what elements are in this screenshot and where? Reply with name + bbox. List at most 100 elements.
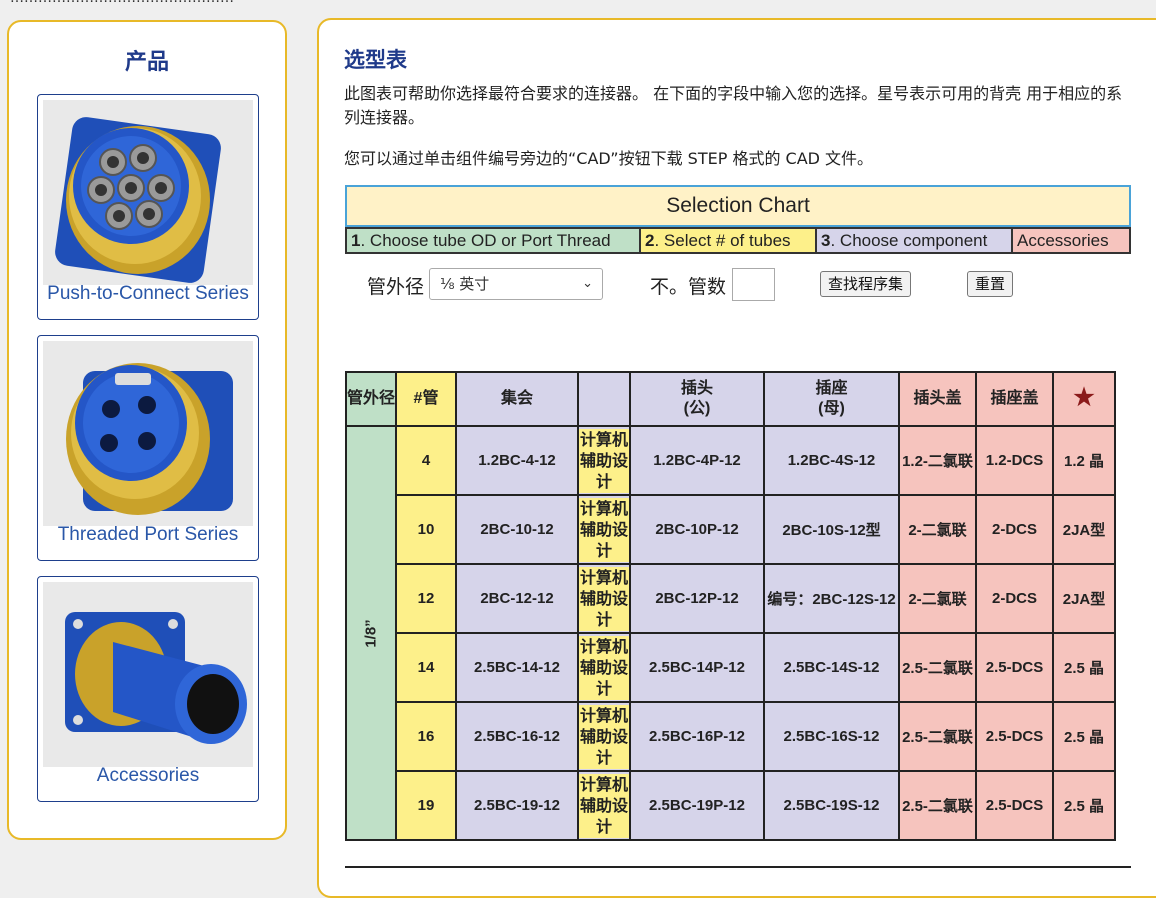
step-2-label: . Select # of tubes [654, 231, 791, 250]
cad-download-button[interactable]: 计算机辅助设计 [579, 566, 629, 631]
table-row: 1/8” 4 1.2BC-4-12 计算机辅助设计 1.2BC-4P-12 1.… [345, 425, 1116, 841]
receptacle-cap-cell[interactable]: 2.5-DCS [975, 770, 1054, 841]
product-sidebar: 产品 Push-to-Connect Series Threaded Port … [7, 20, 287, 840]
header-cad [577, 371, 631, 427]
backshell-cell[interactable]: 2JA型 [1052, 494, 1116, 565]
header-backshell-star: ★ [1052, 371, 1116, 427]
step-choose-component[interactable]: 3. Choose component [817, 227, 1013, 254]
assembly-cell[interactable]: 1.2BC-4-12 [455, 425, 579, 496]
receptacle-cell[interactable]: 2.5BC-14S-12 [763, 632, 900, 703]
plug-cap-cell[interactable]: 2.5-二氯联 [898, 770, 977, 841]
step-select-tube-count[interactable]: 2. Select # of tubes [641, 227, 817, 254]
accessories-photo [43, 582, 253, 767]
cad-download-button[interactable]: 计算机辅助设计 [579, 635, 629, 700]
cad-note-text: 您可以通过单击组件编号旁边的“CAD”按钮下载 STEP 格式的 CAD 文件。 [344, 149, 874, 168]
step-3-label: . Choose component [830, 231, 988, 250]
cad-cell: 计算机辅助设计 [577, 770, 631, 841]
header-receptacle-cap: 插座盖 [975, 371, 1054, 427]
assembly-cell[interactable]: 2.5BC-19-12 [455, 770, 579, 841]
receptacle-cell[interactable]: 1.2BC-4S-12 [763, 425, 900, 496]
cad-cell: 计算机辅助设计 [577, 701, 631, 772]
tube-count-label: 不。管数 [650, 276, 727, 298]
product-card-threaded-port[interactable]: Threaded Port Series [37, 335, 259, 561]
step-choose-tube-od[interactable]: 1. Choose tube OD or Port Thread [345, 227, 641, 254]
plug-cap-cell[interactable]: 2-二氯联 [898, 494, 977, 565]
plug-cap-cell[interactable]: 2.5-二氯联 [898, 632, 977, 703]
receptacle-cell[interactable]: 2.5BC-19S-12 [763, 770, 900, 841]
count-cell: 12 [395, 563, 457, 634]
receptacle-cap-cell[interactable]: 2-DCS [975, 494, 1054, 565]
table-row: 19 2.5BC-19-12 计算机辅助设计 2.5BC-19P-12 2.5B… [346, 770, 1116, 841]
threaded-port-caption[interactable]: Threaded Port Series [38, 524, 258, 546]
selection-chart: Selection Chart 1. Choose tube OD or Por… [345, 185, 1131, 255]
table-row: 12 2BC-12-12 计算机辅助设计 2BC-12P-12 编号：2BC-1… [346, 563, 1116, 634]
header-receptacle: 插座 (母) [763, 371, 900, 427]
backshell-cell[interactable]: 2JA型 [1052, 563, 1116, 634]
plug-cell[interactable]: 2.5BC-16P-12 [629, 701, 765, 772]
plug-cell[interactable]: 1.2BC-4P-12 [629, 425, 765, 496]
cad-cell: 计算机辅助设计 [577, 632, 631, 703]
plug-cell[interactable]: 2BC-12P-12 [629, 563, 765, 634]
reset-button[interactable]: 重置 [967, 271, 1014, 297]
accessories-caption[interactable]: Accessories [38, 765, 258, 787]
cad-download-button[interactable]: 计算机辅助设计 [579, 428, 629, 493]
intro-text: 此图表可帮助你选择最符合要求的连接器。 在下面的字段中输入您的选择。星号表示可用… [344, 84, 1123, 127]
assembly-cell[interactable]: 2.5BC-16-12 [455, 701, 579, 772]
plug-cell[interactable]: 2.5BC-14P-12 [629, 632, 765, 703]
step-1-label: . Choose tube OD or Port Thread [360, 231, 611, 250]
tube-od-select[interactable]: ⅛ 英寸 ⌄ [429, 268, 603, 300]
receptacle-cap-cell[interactable]: 2.5-DCS [975, 632, 1054, 703]
receptacle-cell[interactable]: 2BC-10S-12型 [763, 494, 900, 565]
count-cell: 10 [395, 494, 457, 565]
product-card-accessories[interactable]: Accessories [37, 576, 259, 802]
tube-od-label: 管外径 [367, 276, 425, 298]
selection-chart-title: Selection Chart [345, 185, 1131, 227]
receptacle-cell[interactable]: 编号：2BC-12S-12 [763, 563, 900, 634]
push-to-connect-caption[interactable]: Push-to-Connect Series [38, 283, 258, 305]
cad-download-button[interactable]: 计算机辅助设计 [579, 497, 629, 562]
product-card-push-to-connect[interactable]: Push-to-Connect Series [37, 94, 259, 320]
header-assembly: 集会 [455, 371, 579, 427]
backshell-cell[interactable]: 2.5 晶 [1052, 632, 1116, 703]
plug-cap-cell[interactable]: 2.5-二氯联 [898, 701, 977, 772]
top-strip: ………………………………………… [0, 0, 1156, 6]
main-panel: 选型表 此图表可帮助你选择最符合要求的连接器。 在下面的字段中输入您的选择。星号… [317, 18, 1156, 898]
tube-od-selected-value: ⅛ 英寸 [440, 275, 490, 293]
backshell-cell[interactable]: 1.2 晶 [1052, 425, 1116, 496]
backshell-cell[interactable]: 2.5 晶 [1052, 770, 1116, 841]
receptacle-cap-cell[interactable]: 2-DCS [975, 563, 1054, 634]
push-to-connect-photo [43, 100, 253, 285]
page-title: 选型表 [344, 48, 407, 72]
count-cell: 4 [395, 425, 457, 496]
tube-od-value: 1/8” [362, 618, 380, 648]
receptacle-cap-cell[interactable]: 2.5-DCS [975, 701, 1054, 772]
count-cell: 14 [395, 632, 457, 703]
receptacle-cap-cell[interactable]: 1.2-DCS [975, 425, 1054, 496]
header-plug-cap: 插头盖 [898, 371, 977, 427]
cad-cell: 计算机辅助设计 [577, 494, 631, 565]
cad-cell: 计算机辅助设计 [577, 425, 631, 496]
find-assembly-button[interactable]: 查找程序集 [820, 271, 912, 297]
selection-steps: 1. Choose tube OD or Port Thread 2. Sele… [345, 227, 1131, 254]
assembly-cell[interactable]: 2.5BC-14-12 [455, 632, 579, 703]
table-bottom-rule [345, 866, 1131, 868]
cad-download-button[interactable]: 计算机辅助设计 [579, 704, 629, 769]
assembly-cell[interactable]: 2BC-12-12 [455, 563, 579, 634]
assembly-cell[interactable]: 2BC-10-12 [455, 494, 579, 565]
plug-cap-cell[interactable]: 2-二氯联 [898, 563, 977, 634]
plug-cell[interactable]: 2.5BC-19P-12 [629, 770, 765, 841]
step-accessories-label: Accessories [1017, 231, 1109, 250]
cad-cell: 计算机辅助设计 [577, 563, 631, 634]
receptacle-cell[interactable]: 2.5BC-16S-12 [763, 701, 900, 772]
filter-bar: 管外径 ⅛ 英寸 ⌄ 不。管数 查找程序集 重置 [367, 268, 1127, 304]
tube-od-cell: 1/8” [345, 425, 397, 841]
backshell-cell[interactable]: 2.5 晶 [1052, 701, 1116, 772]
plug-cell[interactable]: 2BC-10P-12 [629, 494, 765, 565]
tube-count-input[interactable] [732, 268, 775, 301]
step-accessories[interactable]: Accessories [1013, 227, 1131, 254]
table-row: 14 2.5BC-14-12 计算机辅助设计 2.5BC-14P-12 2.5B… [346, 632, 1116, 703]
plug-cap-cell[interactable]: 1.2-二氯联 [898, 425, 977, 496]
table-header-row: 管外径 #管 集会 插头 (公) 插座 (母) 插头盖 插座盖 ★ [345, 371, 1116, 427]
header-tube-count: #管 [395, 371, 457, 427]
cad-download-button[interactable]: 计算机辅助设计 [579, 773, 629, 838]
